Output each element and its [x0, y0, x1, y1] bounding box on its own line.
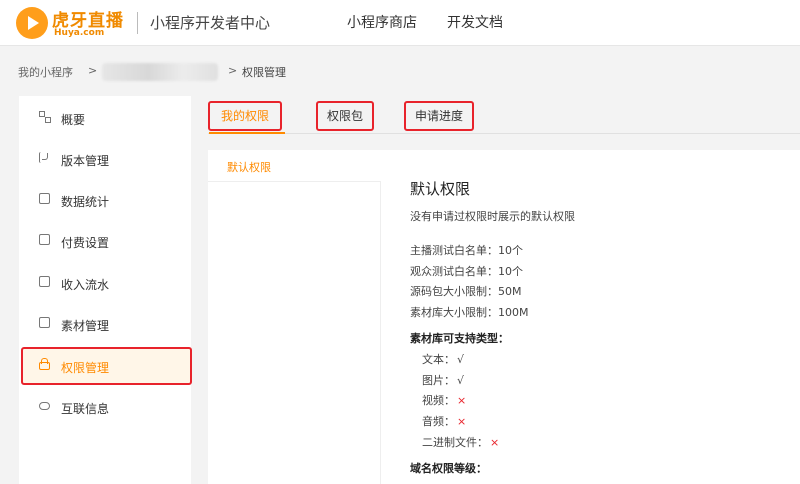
header-divider [137, 12, 138, 34]
sidebar-item-overview[interactable]: 概要 [19, 100, 191, 136]
main-content: 我的权限 权限包 申请进度 默认权限 默认权限 没有申请过权限时展示的默认权限 … [208, 96, 800, 484]
allowed-mark: √ [457, 374, 465, 387]
sidebar-item-permissions[interactable]: 权限管理 [21, 347, 192, 385]
permission-description: 没有申请过权限时展示的默认权限 [410, 210, 575, 223]
limit-anchor-whitelist: 主播测试白名单：10个 [410, 244, 523, 257]
permission-list: 默认权限 [208, 150, 381, 484]
grid-icon [39, 111, 51, 123]
sidebar-item-versions[interactable]: 版本管理 [19, 141, 191, 177]
breadcrumb-separator: > [228, 64, 238, 77]
sidebar-item-income[interactable]: 收入流水 [19, 265, 191, 301]
lock-icon [39, 358, 50, 370]
nav-mini-program-store[interactable]: 小程序商店 [347, 12, 417, 32]
permission-list-item-label: 默认权限 [227, 161, 271, 174]
asset-type-label: 视频： [422, 394, 455, 407]
domain-level-heading: 域名权限等级： [410, 462, 487, 475]
asset-type-text: 文本： √ [422, 351, 464, 367]
sidebar-item-label: 数据统计 [61, 195, 110, 209]
breadcrumb-program-name-redacted[interactable] [102, 63, 218, 81]
breadcrumb-my-programs[interactable]: 我的小程序 [18, 64, 73, 80]
denied-mark: × [490, 436, 500, 449]
sidebar-item-label: 概要 [61, 113, 86, 127]
branch-icon [39, 152, 48, 163]
breadcrumb-separator: > [88, 64, 98, 77]
sidebar-item-stats[interactable]: 数据统计 [19, 182, 191, 218]
permission-list-item-default[interactable]: 默认权限 [208, 150, 381, 182]
folder-icon [39, 317, 50, 328]
sidebar-item-label: 权限管理 [61, 361, 110, 375]
denied-mark: × [457, 415, 467, 428]
huya-logo[interactable]: 虎牙直播 Huya.com [16, 5, 138, 41]
sidebar-item-label: 互联信息 [61, 402, 110, 416]
payment-icon [39, 234, 50, 245]
permission-title: 默认权限 [410, 180, 471, 198]
cloud-icon [39, 402, 50, 410]
sidebar-item-label: 付费设置 [61, 236, 110, 250]
denied-mark: × [457, 394, 467, 407]
sidebar: 概要 版本管理 数据统计 付费设置 收入流水 素材管理 权限管理 互联信息 [19, 96, 192, 484]
allowed-mark: √ [457, 353, 465, 366]
active-tab-indicator [209, 132, 285, 134]
top-header: 虎牙直播 Huya.com 小程序开发者中心 小程序商店 开发文档 [0, 0, 800, 46]
asset-type-image: 图片： √ [422, 372, 464, 388]
sidebar-item-label: 收入流水 [61, 278, 110, 292]
asset-type-label: 图片： [422, 374, 455, 387]
limit-source-package-size: 源码包大小限制：50M [410, 285, 522, 298]
huya-play-icon [16, 7, 48, 39]
logo-subtext: Huya.com [54, 28, 105, 38]
site-title: 小程序开发者中心 [150, 14, 271, 32]
breadcrumb-current: 权限管理 [242, 66, 286, 79]
sidebar-item-label: 版本管理 [61, 154, 110, 168]
nav-dev-docs[interactable]: 开发文档 [447, 12, 503, 32]
sidebar-item-label: 素材管理 [61, 319, 110, 333]
asset-type-binary: 二进制文件： × [422, 434, 499, 450]
permission-panel: 默认权限 默认权限 没有申请过权限时展示的默认权限 主播测试白名单：10个 观众… [208, 150, 800, 484]
limit-asset-library-size: 素材库大小限制：100M [410, 306, 529, 319]
sidebar-item-interconnect[interactable]: 互联信息 [19, 389, 191, 425]
asset-type-label: 二进制文件： [422, 436, 488, 449]
asset-type-video: 视频： × [422, 392, 466, 408]
asset-types-heading: 素材库可支持类型： [410, 332, 509, 345]
tab-my-permissions[interactable]: 我的权限 [208, 101, 282, 131]
income-icon [39, 276, 50, 287]
tab-permission-package[interactable]: 权限包 [316, 101, 374, 131]
asset-type-label: 文本： [422, 353, 455, 366]
chart-icon [39, 193, 50, 204]
sidebar-item-assets[interactable]: 素材管理 [19, 306, 191, 342]
sidebar-item-payment[interactable]: 付费设置 [19, 223, 191, 259]
permission-tabs: 我的权限 权限包 申请进度 [208, 96, 800, 134]
asset-type-audio: 音频： × [422, 413, 466, 429]
tab-application-progress[interactable]: 申请进度 [404, 101, 474, 131]
limit-viewer-whitelist: 观众测试白名单：10个 [410, 265, 523, 278]
asset-type-label: 音频： [422, 415, 455, 428]
